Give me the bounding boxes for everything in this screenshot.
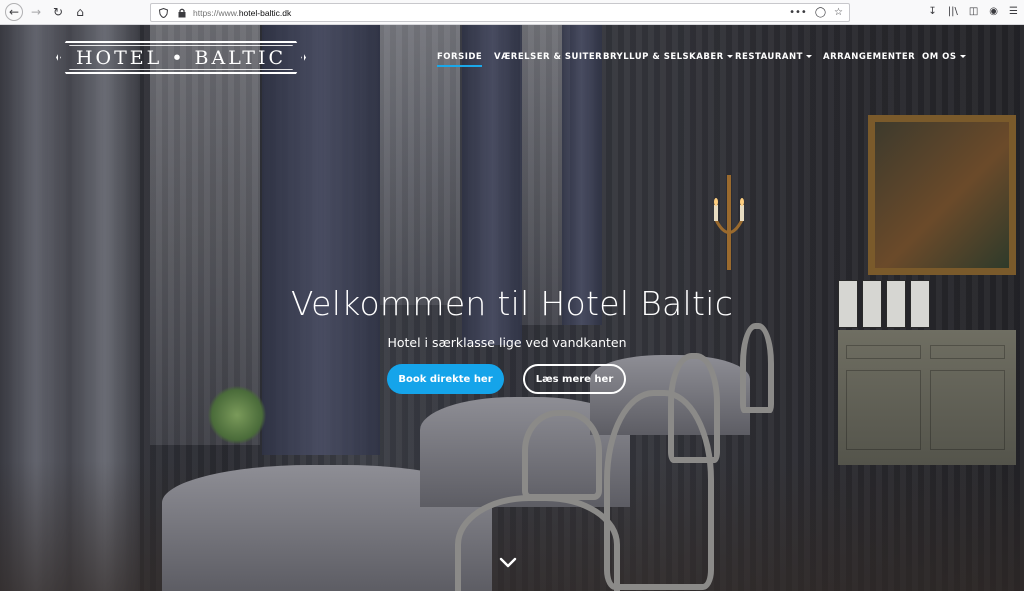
back-icon[interactable]: ← xyxy=(5,3,23,21)
nav-item-label: FORSIDE xyxy=(437,52,483,62)
nav-item-label: ARRANGEMENTER xyxy=(823,52,916,62)
url-text[interactable]: https://www.hotel-baltic.dk xyxy=(193,8,291,18)
hero-subtitle: Hotel i særklasse lige ved vandkanten xyxy=(387,335,627,350)
url-prefix: https://www. xyxy=(193,7,239,18)
menu-icon[interactable]: ☰ xyxy=(1009,4,1018,20)
nav-item-restaurant[interactable]: RESTAURANT xyxy=(735,52,812,63)
logo-text: HOTEL • BALTIC xyxy=(75,46,287,69)
home-icon[interactable]: ⌂ xyxy=(71,3,89,21)
background-sideboard xyxy=(838,330,1016,465)
library-icon[interactable]: ||\ xyxy=(948,4,958,20)
nav-item-arrangementer[interactable]: ARRANGEMENTER xyxy=(823,52,915,63)
nav-item-forside[interactable]: FORSIDE xyxy=(437,52,483,67)
nav-item-label: OM OS xyxy=(922,52,957,62)
background-painting xyxy=(868,115,1016,275)
background-chair xyxy=(522,410,602,500)
wall-sconce xyxy=(712,175,746,270)
background-chair xyxy=(668,353,720,463)
hero-title: Velkommen til Hotel Baltic xyxy=(290,284,734,323)
shield-icon[interactable] xyxy=(156,6,170,20)
reload-icon[interactable]: ↻ xyxy=(49,3,67,21)
background-plant xyxy=(208,385,266,445)
background-curtain xyxy=(262,25,380,455)
nav-item-label: RESTAURANT xyxy=(735,52,803,62)
address-bar[interactable]: https://www.hotel-baltic.dk ••• ◯ ☆ xyxy=(150,3,850,22)
sidebar-icon[interactable]: ◫ xyxy=(969,4,978,20)
read-more-button[interactable]: Læs mere her xyxy=(523,364,626,394)
background-curtain xyxy=(562,25,602,325)
bookmark-star-icon[interactable]: ☆ xyxy=(834,6,843,19)
lock-icon[interactable] xyxy=(175,6,189,20)
nav-item-label: VÆRELSER & SUITER xyxy=(494,52,603,62)
caret-down-icon xyxy=(726,55,733,58)
background-chair xyxy=(455,495,620,591)
caret-down-icon xyxy=(805,55,812,58)
account-icon[interactable]: ◉ xyxy=(989,4,998,20)
nav-item-bryllup-selskaber[interactable]: BRYLLUP & SELSKABER xyxy=(603,52,733,63)
nav-item-om-os[interactable]: OM OS xyxy=(922,52,966,63)
url-domain: hotel-baltic.dk xyxy=(238,7,292,18)
more-icon[interactable]: ••• xyxy=(789,6,807,19)
forward-icon[interactable]: → xyxy=(27,3,45,21)
nav-item-vaerelser-suiter[interactable]: VÆRELSER & SUITER xyxy=(494,52,602,63)
chevron-down-icon[interactable] xyxy=(499,555,517,569)
nav-item-label: BRYLLUP & SELSKABER xyxy=(603,52,724,62)
book-now-button[interactable]: Book direkte her xyxy=(387,364,504,394)
download-icon[interactable]: ↧ xyxy=(928,4,936,20)
caret-down-icon xyxy=(959,55,966,58)
pocket-icon[interactable]: ◯ xyxy=(815,6,826,19)
browser-toolbar: ← → ↻ ⌂ https://www.hotel-baltic.dk ••• … xyxy=(0,0,1024,25)
site-logo[interactable]: HOTEL • BALTIC xyxy=(56,41,306,74)
